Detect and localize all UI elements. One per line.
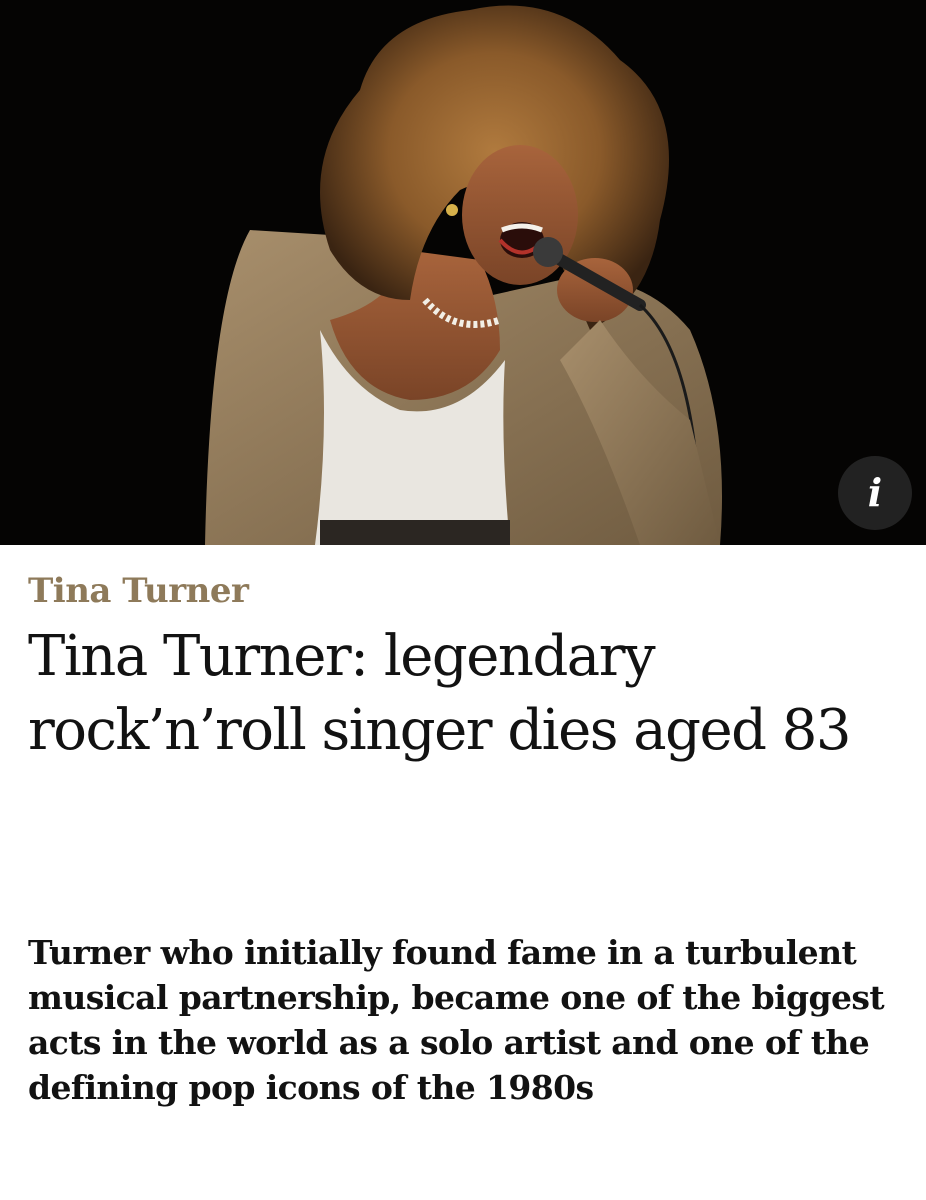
section-kicker[interactable]: Tina Turner <box>28 568 908 614</box>
standfirst: Turner who initially found fame in a tur… <box>28 933 885 1107</box>
image-info-button[interactable]: i <box>838 456 912 530</box>
headline: Tina Turner: legendary rock’n’roll singe… <box>28 624 852 763</box>
singer-performing-image <box>0 0 926 545</box>
hero-photo: i <box>0 0 926 545</box>
article-header: Tina Turner Tina Turner: legendary rock’… <box>28 568 908 768</box>
